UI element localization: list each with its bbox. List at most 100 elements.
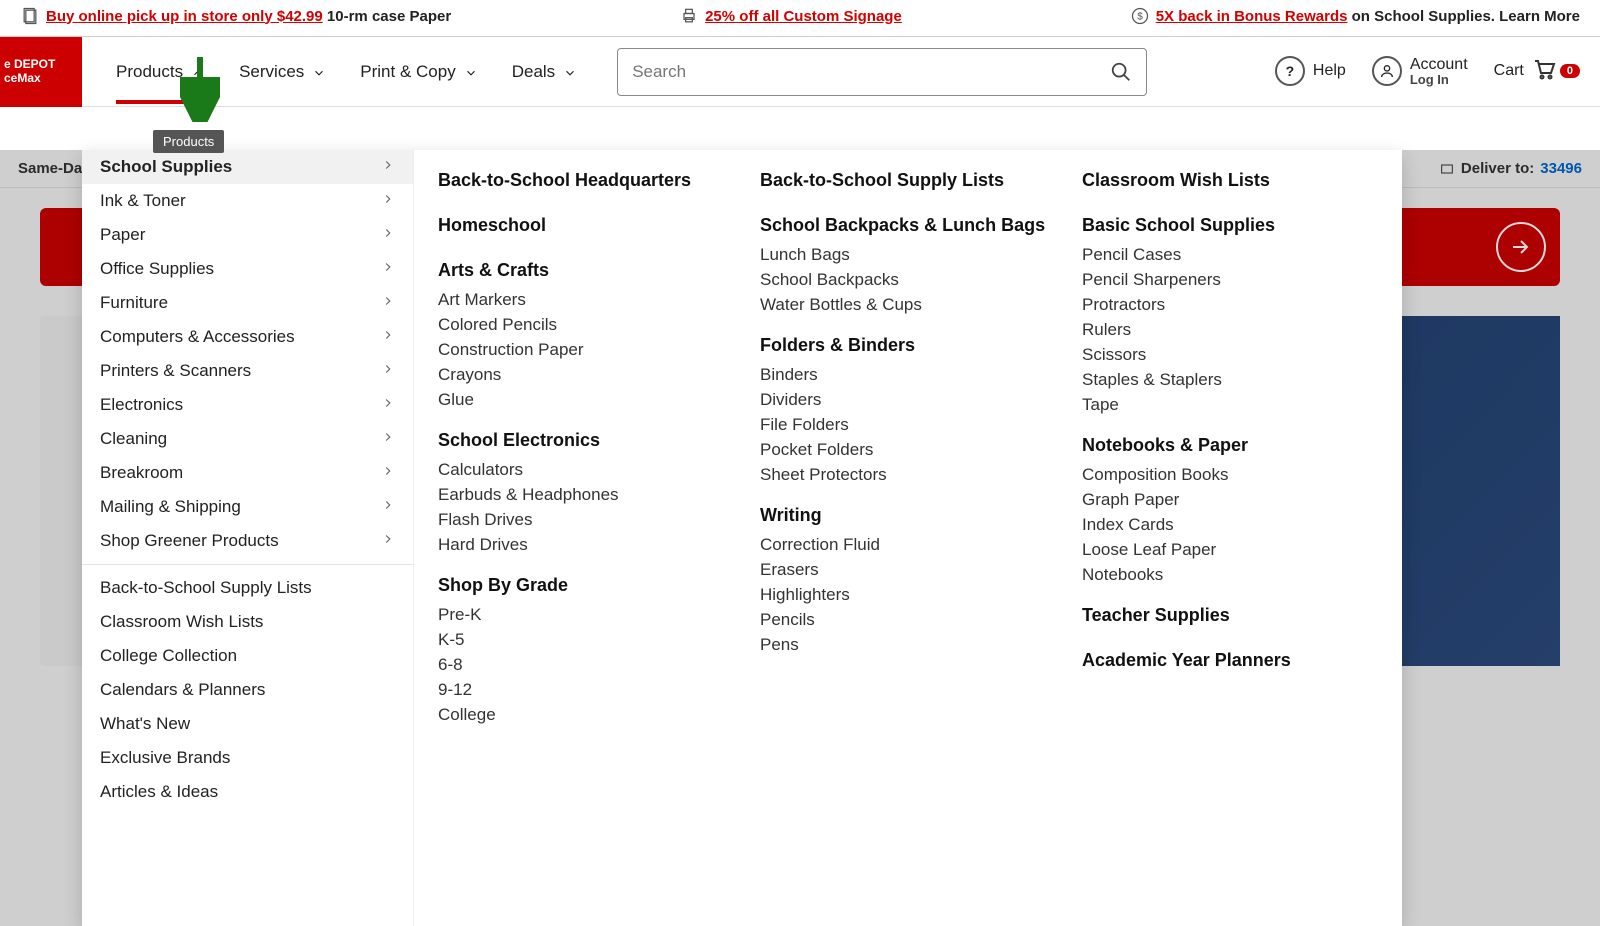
mega-heading[interactable]: Folders & Binders xyxy=(760,329,1056,362)
mega-link[interactable]: Erasers xyxy=(760,557,1056,582)
promo-link[interactable]: 25% off all Custom Signage xyxy=(705,8,902,25)
mega-heading[interactable]: Writing xyxy=(760,499,1056,532)
mega-heading[interactable]: Teacher Supplies xyxy=(1082,599,1378,632)
nav-item-services[interactable]: Services xyxy=(239,40,326,104)
mega-link[interactable]: Glue xyxy=(438,387,734,412)
mega-link[interactable]: Art Markers xyxy=(438,287,734,312)
mega-link[interactable]: Protractors xyxy=(1082,292,1378,317)
mega-link[interactable]: Tape xyxy=(1082,392,1378,417)
mega-heading[interactable]: Back-to-School Headquarters xyxy=(438,164,734,197)
help-button[interactable]: ? Help xyxy=(1275,56,1346,86)
mega-link[interactable]: Binders xyxy=(760,362,1056,387)
category-computers-accessories[interactable]: Computers & Accessories xyxy=(82,320,413,354)
category-ink-toner[interactable]: Ink & Toner xyxy=(82,184,413,218)
mega-link[interactable]: Pre-K xyxy=(438,602,734,627)
mega-link[interactable]: Water Bottles & Cups xyxy=(760,292,1056,317)
brand-logo[interactable]: e DEPOT ceMax xyxy=(0,37,82,107)
mega-link[interactable]: Staples & Staplers xyxy=(1082,367,1378,392)
promo-center[interactable]: 25% off all Custom Signage xyxy=(679,6,902,26)
mega-link[interactable]: Pocket Folders xyxy=(760,437,1056,462)
mega-heading[interactable]: Basic School Supplies xyxy=(1082,209,1378,242)
account-button[interactable]: Account Log In xyxy=(1372,56,1468,88)
mega-link[interactable]: Colored Pencils xyxy=(438,312,734,337)
mega-link[interactable]: Lunch Bags xyxy=(760,242,1056,267)
mega-heading[interactable]: Homeschool xyxy=(438,209,734,242)
mega-link[interactable]: Scissors xyxy=(1082,342,1378,367)
mega-heading[interactable]: School Backpacks & Lunch Bags xyxy=(760,209,1056,242)
category-furniture[interactable]: Furniture xyxy=(82,286,413,320)
mega-link[interactable]: Pencil Cases xyxy=(1082,242,1378,267)
category-calendars-planners[interactable]: Calendars & Planners xyxy=(82,673,413,707)
promo-left[interactable]: Buy online pick up in store only $42.99 … xyxy=(20,6,451,26)
mega-link[interactable]: File Folders xyxy=(760,412,1056,437)
mega-link[interactable]: Pencil Sharpeners xyxy=(1082,267,1378,292)
mega-link[interactable]: Notebooks xyxy=(1082,562,1378,587)
mega-link[interactable]: Crayons xyxy=(438,362,734,387)
category-office-supplies[interactable]: Office Supplies xyxy=(82,252,413,286)
nav-label: Print & Copy xyxy=(360,62,455,82)
mega-link[interactable]: School Backpacks xyxy=(760,267,1056,292)
category-articles-ideas[interactable]: Articles & Ideas xyxy=(82,775,413,809)
promo-right[interactable]: $ 5X back in Bonus Rewards on School Sup… xyxy=(1130,6,1580,26)
nav-bar: ProductsServicesPrint & CopyDeals xyxy=(82,40,577,104)
mega-link[interactable]: Earbuds & Headphones xyxy=(438,482,734,507)
nav-item-print-copy[interactable]: Print & Copy xyxy=(360,40,477,104)
mega-link[interactable]: Index Cards xyxy=(1082,512,1378,537)
mega-heading[interactable]: Notebooks & Paper xyxy=(1082,429,1378,462)
category-what-s-new[interactable]: What's New xyxy=(82,707,413,741)
category-classroom-wish-lists[interactable]: Classroom Wish Lists xyxy=(82,605,413,639)
category-label: Ink & Toner xyxy=(100,191,186,211)
category-exclusive-brands[interactable]: Exclusive Brands xyxy=(82,741,413,775)
mega-link[interactable]: 9-12 xyxy=(438,677,734,702)
search-input[interactable] xyxy=(632,62,1110,82)
mega-link[interactable]: K-5 xyxy=(438,627,734,652)
mega-link[interactable]: Loose Leaf Paper xyxy=(1082,537,1378,562)
mega-link[interactable]: Pencils xyxy=(760,607,1056,632)
mega-heading[interactable]: Back-to-School Supply Lists xyxy=(760,164,1056,197)
mega-link[interactable]: Flash Drives xyxy=(438,507,734,532)
mega-link[interactable]: Construction Paper xyxy=(438,337,734,362)
category-electronics[interactable]: Electronics xyxy=(82,388,413,422)
mega-link[interactable]: College xyxy=(438,702,734,727)
category-cleaning[interactable]: Cleaning xyxy=(82,422,413,456)
category-shop-greener-products[interactable]: Shop Greener Products xyxy=(82,524,413,558)
search-icon[interactable] xyxy=(1110,61,1132,83)
cart-label: Cart xyxy=(1494,62,1524,80)
mega-heading[interactable]: Classroom Wish Lists xyxy=(1082,164,1378,197)
category-paper[interactable]: Paper xyxy=(82,218,413,252)
mega-heading[interactable]: Academic Year Planners xyxy=(1082,644,1378,677)
mega-column: Back-to-School Supply Lists School Backpa… xyxy=(760,164,1056,912)
search-box[interactable] xyxy=(617,48,1147,96)
mega-link[interactable]: Sheet Protectors xyxy=(760,462,1056,487)
mega-link[interactable]: 6-8 xyxy=(438,652,734,677)
mega-link[interactable]: Graph Paper xyxy=(1082,487,1378,512)
category-printers-scanners[interactable]: Printers & Scanners xyxy=(82,354,413,388)
mega-link[interactable]: Correction Fluid xyxy=(760,532,1056,557)
logo-line: e DEPOT xyxy=(4,58,82,72)
mega-link[interactable]: Pens xyxy=(760,632,1056,657)
mega-link[interactable]: Composition Books xyxy=(1082,462,1378,487)
mega-heading[interactable]: Shop By Grade xyxy=(438,569,734,602)
promo-link[interactable]: 5X back in Bonus Rewards xyxy=(1156,8,1348,25)
category-mailing-shipping[interactable]: Mailing & Shipping xyxy=(82,490,413,524)
category-college-collection[interactable]: College Collection xyxy=(82,639,413,673)
mega-heading[interactable]: School Electronics xyxy=(438,424,734,457)
mega-link[interactable]: Dividers xyxy=(760,387,1056,412)
arrow-right-icon[interactable] xyxy=(1496,222,1546,272)
category-label: Office Supplies xyxy=(100,259,214,279)
mega-link[interactable]: Hard Drives xyxy=(438,532,734,557)
promo-link[interactable]: Buy online pick up in store only $42.99 xyxy=(46,8,323,25)
mega-link[interactable]: Rulers xyxy=(1082,317,1378,342)
category-label: Back-to-School Supply Lists xyxy=(100,578,312,598)
mega-heading[interactable]: Arts & Crafts xyxy=(438,254,734,287)
cart-button[interactable]: Cart 0 xyxy=(1494,57,1580,86)
mega-link[interactable]: Highlighters xyxy=(760,582,1056,607)
category-breakroom[interactable]: Breakroom xyxy=(82,456,413,490)
mega-link[interactable]: Calculators xyxy=(438,457,734,482)
category-label: Paper xyxy=(100,225,145,245)
deliver-zip[interactable]: 33496 xyxy=(1540,160,1582,177)
category-label: Printers & Scanners xyxy=(100,361,251,381)
category-back-to-school-supply-lists[interactable]: Back-to-School Supply Lists xyxy=(82,571,413,605)
category-school-supplies[interactable]: School Supplies xyxy=(82,150,413,184)
nav-item-deals[interactable]: Deals xyxy=(512,40,577,104)
